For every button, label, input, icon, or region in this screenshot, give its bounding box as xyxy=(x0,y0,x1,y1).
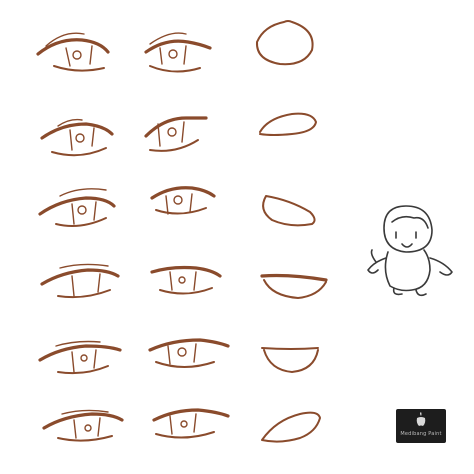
right-eye-1 xyxy=(144,32,212,73)
apple-logo-icon xyxy=(416,412,426,426)
mouth-5 xyxy=(261,347,319,373)
mouth-6 xyxy=(261,411,321,443)
right-eye-3 xyxy=(150,186,216,215)
chibi-character-icon xyxy=(367,205,453,297)
left-eye-5 xyxy=(38,340,122,375)
mouth-4 xyxy=(260,273,328,299)
right-eye-2 xyxy=(144,116,208,152)
left-eye-6 xyxy=(42,409,124,442)
eye-row-2 xyxy=(40,112,317,157)
right-eye-4 xyxy=(150,265,222,295)
left-eye-2 xyxy=(40,118,114,157)
left-eye-1 xyxy=(36,32,110,72)
watermark-badge: Medibang Paint xyxy=(396,409,446,443)
watermark-label: Medibang Paint xyxy=(400,431,442,437)
mouth-1 xyxy=(255,20,314,66)
eye-row-1 xyxy=(36,20,314,73)
mouth-2 xyxy=(259,112,317,136)
mouth-3 xyxy=(262,195,316,227)
right-eye-5 xyxy=(148,338,230,368)
left-eye-3 xyxy=(38,188,116,227)
expression-sheet xyxy=(36,20,453,443)
eye-row-3 xyxy=(38,186,316,227)
eye-row-6 xyxy=(42,408,321,443)
eye-row-4 xyxy=(40,263,328,299)
right-eye-6 xyxy=(152,408,230,439)
left-eye-4 xyxy=(40,263,120,299)
eye-row-5 xyxy=(38,338,319,375)
